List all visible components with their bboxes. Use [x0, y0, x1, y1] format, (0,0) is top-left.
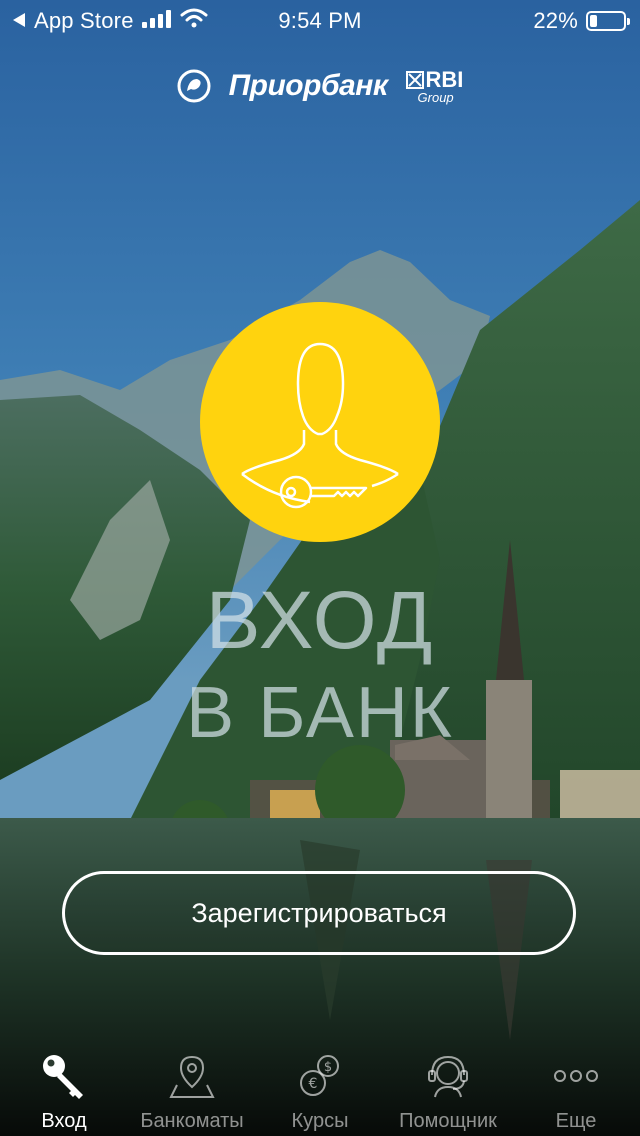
tab-more[interactable]: Еще: [512, 1040, 640, 1136]
rbi-logo: RBI Group: [405, 66, 464, 105]
battery-percent: 22%: [533, 8, 578, 33]
register-button[interactable]: Зарегистрироваться: [62, 871, 576, 955]
login-button[interactable]: [200, 302, 440, 542]
svg-text:€: €: [309, 1076, 318, 1092]
tab-assistant[interactable]: Помощник: [384, 1040, 512, 1136]
tab-atms[interactable]: Банкоматы: [128, 1040, 256, 1136]
tab-login[interactable]: Вход: [0, 1040, 128, 1136]
bank-name: Приорбанк: [228, 69, 388, 102]
battery-status: 22%: [533, 8, 630, 34]
tab-label: Банкоматы: [140, 1110, 244, 1132]
map-pin-icon: [162, 1048, 222, 1104]
login-title-line-2: В БАНК: [186, 673, 454, 753]
rbi-text: RBI: [425, 66, 464, 92]
tab-rates[interactable]: $ € Курсы: [256, 1040, 384, 1136]
tab-label: Вход: [41, 1110, 87, 1132]
rbi-group-text: Group: [417, 89, 454, 105]
brand-header: Приорбанк RBI Group: [0, 64, 640, 108]
battery-icon: [586, 11, 630, 31]
background-image: [0, 0, 640, 1136]
login-title-line-1: ВХОД: [205, 575, 435, 666]
currency-icon: $ €: [290, 1048, 350, 1104]
tab-label: Курсы: [291, 1110, 349, 1132]
priorbank-logo-icon: [177, 69, 211, 103]
more-icon: [546, 1048, 606, 1104]
status-bar: App Store 9:54 PM 22%: [0, 0, 640, 40]
tab-label: Еще: [555, 1110, 597, 1132]
svg-text:$: $: [324, 1060, 332, 1075]
user-key-icon: [241, 342, 399, 509]
tab-label: Помощник: [399, 1110, 497, 1132]
tab-bar: Вход Банкоматы $ € Курсы Помощник Еще: [0, 1040, 640, 1136]
rbi-mark-icon: [405, 70, 424, 89]
headset-icon: [418, 1048, 478, 1104]
key-icon: [34, 1048, 94, 1104]
